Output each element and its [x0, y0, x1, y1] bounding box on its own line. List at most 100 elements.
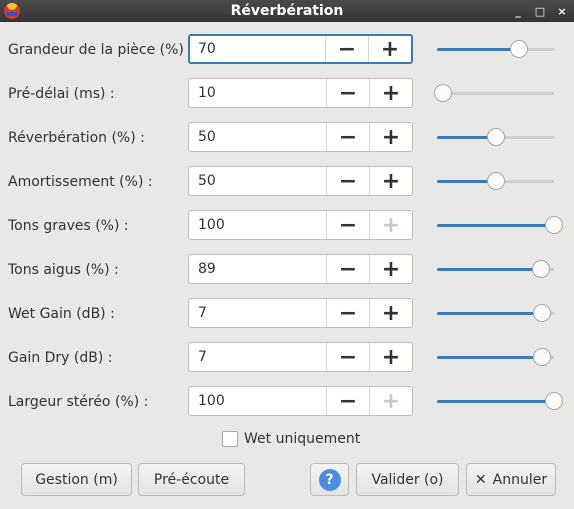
increment-button[interactable]: + — [369, 343, 412, 371]
parameter-slider[interactable] — [437, 210, 563, 242]
slider-handle[interactable] — [533, 304, 551, 322]
parameter-spinbox: 100− + — [188, 386, 413, 416]
slider-fill — [437, 312, 542, 315]
decrement-button[interactable]: − — [326, 299, 369, 327]
parameter-value-input[interactable]: 100 — [189, 387, 326, 415]
parameter-row: Amortissement (%) : 50− + — [0, 166, 574, 198]
decrement-button[interactable]: − — [325, 36, 368, 62]
slider-fill — [437, 224, 554, 227]
parameter-value-input[interactable]: 7 — [189, 343, 326, 371]
parameter-row: Pré-délai (ms) : 10− + — [0, 78, 574, 110]
manage-button[interactable]: Gestion (m) — [21, 463, 132, 496]
manage-button-label: Gestion (m) — [35, 471, 118, 488]
help-icon: ? — [318, 468, 341, 491]
parameter-spinbox: 50− + — [188, 122, 413, 152]
parameter-spinbox: 7− + — [188, 298, 413, 328]
parameter-value-input[interactable]: 10 — [189, 79, 326, 107]
parameter-label: Réverbération (%) : — [8, 130, 145, 146]
parameter-value-input[interactable]: 89 — [189, 255, 326, 283]
parameter-row: Tons graves (%) : 100− + — [0, 210, 574, 242]
increment-button[interactable]: + — [368, 36, 411, 62]
increment-button[interactable]: + — [369, 167, 412, 195]
parameter-value-input[interactable]: 70 — [190, 36, 325, 62]
parameter-label: Pré-délai (ms) : — [8, 86, 115, 102]
parameter-label: Largeur stéréo (%) : — [8, 394, 149, 410]
slider-handle[interactable] — [545, 392, 563, 410]
slider-fill — [437, 400, 554, 403]
ok-button[interactable]: Valider (o) — [356, 463, 459, 496]
parameter-value-input[interactable]: 50 — [189, 123, 326, 151]
parameter-slider[interactable] — [437, 254, 554, 286]
parameter-slider[interactable] — [437, 166, 554, 198]
parameter-row: Réverbération (%) : 50− + — [0, 122, 574, 154]
increment-button[interactable]: + — [369, 211, 412, 239]
slider-handle[interactable] — [510, 40, 528, 58]
parameter-label: Wet Gain (dB) : — [8, 306, 115, 322]
parameter-value-input[interactable]: 7 — [189, 299, 326, 327]
parameter-value-input[interactable]: 50 — [189, 167, 326, 195]
decrement-button[interactable]: − — [326, 255, 369, 283]
increment-button[interactable]: + — [369, 387, 412, 415]
parameter-slider[interactable] — [437, 342, 554, 374]
audacity-icon — [4, 3, 20, 19]
parameter-slider[interactable] — [437, 298, 554, 330]
parameter-row: Largeur stéréo (%) : 100− + — [0, 386, 574, 418]
decrement-button[interactable]: − — [326, 123, 369, 151]
minimize-icon[interactable]: _ — [512, 5, 524, 18]
parameter-row: Gain Dry (dB) : 7− + — [0, 342, 574, 374]
decrement-button[interactable]: − — [326, 343, 369, 371]
cancel-button-label: Annuler — [492, 471, 548, 488]
increment-button[interactable]: + — [369, 255, 412, 283]
increment-button[interactable]: + — [369, 79, 412, 107]
slider-handle[interactable] — [533, 348, 551, 366]
help-button[interactable]: ? — [310, 463, 349, 496]
slider-fill — [437, 268, 541, 271]
window-title: Réverbération — [230, 3, 344, 19]
window-controls: _ □ × — [512, 0, 568, 22]
ok-button-label: Valider (o) — [371, 471, 444, 488]
cancel-icon: ✕ — [474, 471, 487, 488]
title-bar: Réverbération _ □ × — [0, 0, 574, 22]
slider-fill — [437, 356, 542, 359]
decrement-button[interactable]: − — [326, 167, 369, 195]
parameter-spinbox: 100− + — [188, 210, 413, 240]
parameter-row: Wet Gain (dB) : 7− + — [0, 298, 574, 330]
wet-only-label: Wet uniquement — [244, 431, 361, 447]
parameter-spinbox: 10− + — [188, 78, 413, 108]
wet-only-option[interactable]: Wet uniquement — [222, 429, 360, 449]
cancel-button[interactable]: ✕ Annuler — [466, 463, 556, 496]
increment-button[interactable]: + — [369, 299, 412, 327]
parameter-slider[interactable] — [434, 78, 554, 110]
slider-handle[interactable] — [545, 216, 563, 234]
increment-button[interactable]: + — [369, 123, 412, 151]
close-icon[interactable]: × — [556, 5, 568, 18]
decrement-button[interactable]: − — [326, 387, 369, 415]
parameter-spinbox: 70− + — [188, 34, 413, 64]
parameter-slider[interactable] — [437, 386, 563, 418]
slider-handle[interactable] — [487, 172, 505, 190]
maximize-icon[interactable]: □ — [534, 5, 546, 18]
parameter-label: Tons aigus (%) : — [8, 262, 119, 278]
parameter-label: Amortissement (%) : — [8, 174, 153, 190]
parameter-spinbox: 50− + — [188, 166, 413, 196]
parameter-label: Tons graves (%) : — [8, 218, 129, 234]
parameter-row: Grandeur de la pièce (%) :70− + — [0, 34, 574, 66]
parameter-spinbox: 89− + — [188, 254, 413, 284]
parameter-slider[interactable] — [437, 34, 554, 66]
slider-handle[interactable] — [532, 260, 550, 278]
decrement-button[interactable]: − — [326, 79, 369, 107]
parameter-value-input[interactable]: 100 — [189, 211, 326, 239]
slider-handle[interactable] — [434, 84, 452, 102]
parameter-label: Grandeur de la pièce (%) : — [8, 42, 194, 58]
preview-button[interactable]: Pré-écoute — [138, 463, 245, 496]
slider-handle[interactable] — [487, 128, 505, 146]
parameter-row: Tons aigus (%) : 89− + — [0, 254, 574, 286]
parameter-label: Gain Dry (dB) : — [8, 350, 113, 366]
slider-trough — [437, 92, 554, 95]
parameter-spinbox: 7− + — [188, 342, 413, 372]
decrement-button[interactable]: − — [326, 211, 369, 239]
slider-fill — [437, 48, 519, 51]
parameter-slider[interactable] — [437, 122, 554, 154]
wet-only-checkbox[interactable] — [222, 431, 238, 447]
preview-button-label: Pré-écoute — [153, 471, 230, 488]
